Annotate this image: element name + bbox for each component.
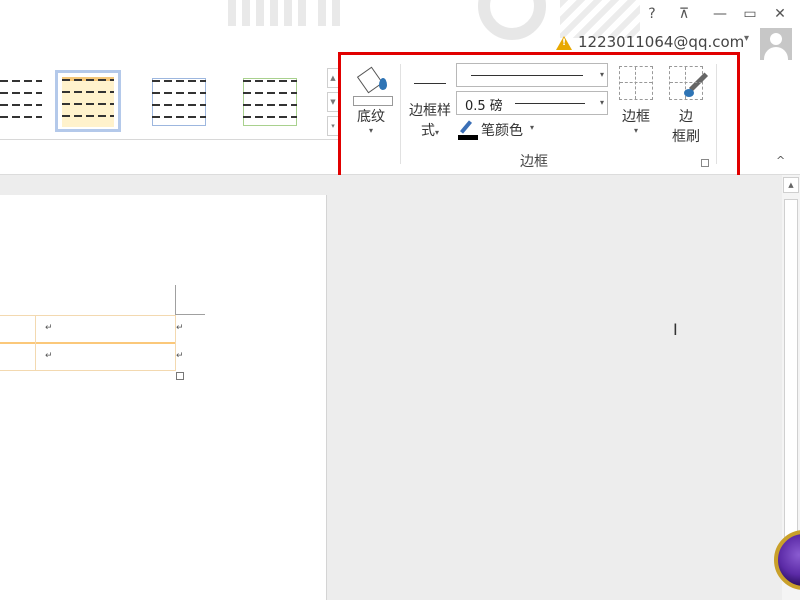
- title-bar-decoration-circle: [478, 0, 546, 40]
- table-style-plain[interactable]: [0, 70, 48, 132]
- row-end-mark: ↵: [176, 323, 184, 333]
- collapse-ribbon-icon[interactable]: ^: [776, 154, 785, 167]
- highlight-box: [338, 52, 740, 180]
- table-border: [35, 315, 36, 371]
- scroll-up-icon[interactable]: ▲: [783, 177, 799, 193]
- crop-mark: [175, 314, 205, 315]
- text-cursor-icon: I: [673, 320, 678, 339]
- table-border: [0, 370, 175, 371]
- ribbon-separator: [0, 139, 340, 140]
- table-styles-gallery: [0, 68, 330, 136]
- table-resize-handle[interactable]: [176, 372, 184, 380]
- document-page[interactable]: ↵ ↵ ↵ ↵: [0, 195, 327, 600]
- avatar[interactable]: [760, 28, 792, 60]
- table-cell[interactable]: ↵: [45, 323, 53, 333]
- ribbon-display-options-button[interactable]: ⊼: [672, 4, 696, 24]
- table-style-green[interactable]: [237, 70, 303, 132]
- table-cell[interactable]: ↵: [45, 351, 53, 361]
- minimize-button[interactable]: —: [708, 4, 732, 24]
- table-style-blue[interactable]: [146, 70, 212, 132]
- warning-icon: !: [556, 36, 572, 50]
- account-email[interactable]: 1223011064@qq.com: [578, 33, 744, 51]
- close-button[interactable]: ✕: [768, 4, 792, 24]
- chevron-down-icon[interactable]: ▾: [744, 33, 749, 44]
- restore-button[interactable]: ▭: [738, 4, 762, 24]
- table-style-orange-selected[interactable]: [55, 70, 121, 132]
- scrollbar-thumb[interactable]: [784, 199, 798, 559]
- help-button[interactable]: ?: [640, 4, 664, 24]
- row-end-mark: ↵: [176, 351, 184, 361]
- crop-mark: [175, 285, 176, 315]
- table-border: [0, 342, 175, 344]
- table-border: [0, 315, 175, 316]
